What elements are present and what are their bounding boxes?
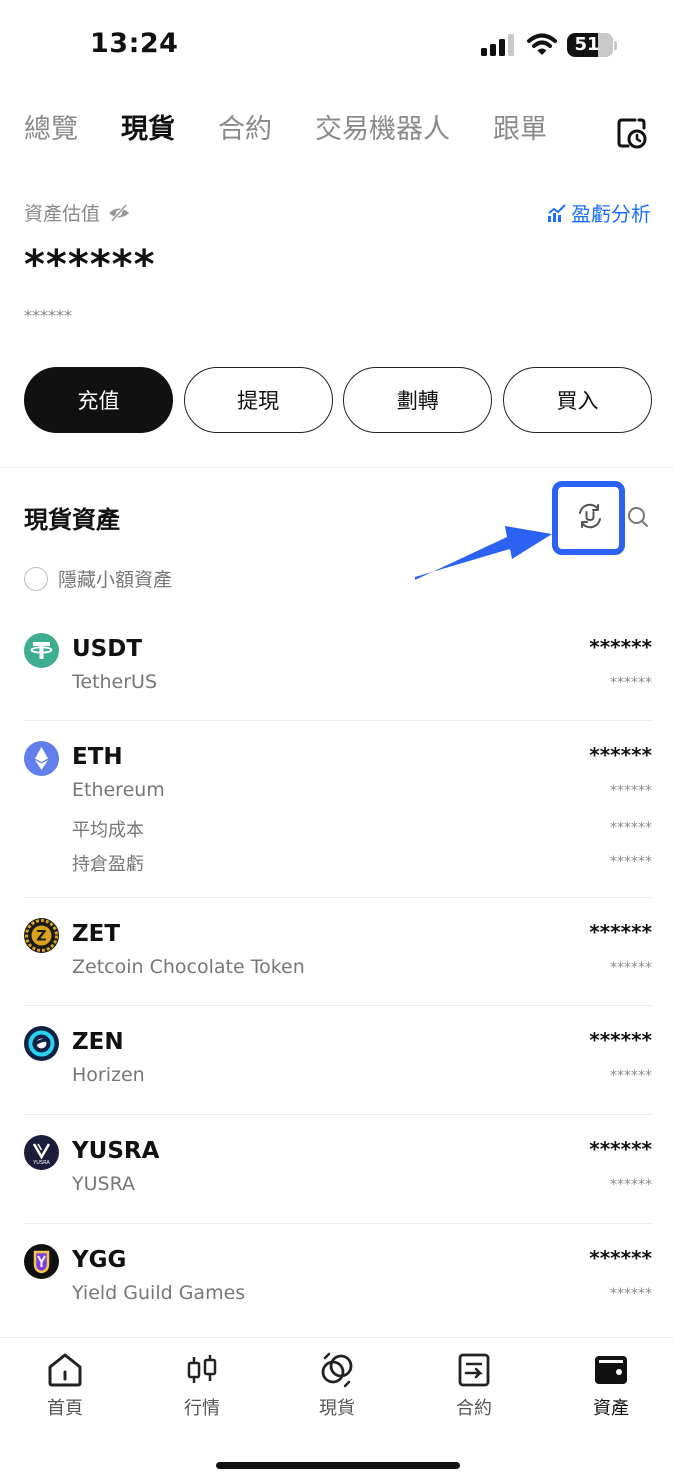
row-divider (24, 1223, 652, 1224)
coin-value: ****** (610, 960, 652, 976)
coin-name: Ethereum (72, 779, 165, 801)
divider (0, 467, 674, 468)
tab-spot[interactable]: 現貨 (121, 110, 175, 150)
coin-value: ****** (610, 783, 652, 799)
coin-value: ****** (610, 1068, 652, 1084)
position-pnl-label: 持倉盈虧 (72, 854, 144, 875)
spot-assets-title: 現貨資產 (24, 506, 120, 534)
zet-icon: Z (24, 918, 59, 953)
withdraw-button[interactable]: 提現 (183, 367, 333, 433)
coin-symbol: YGG (72, 1247, 127, 1273)
row-divider (24, 1114, 652, 1115)
convert-small-assets-icon[interactable] (576, 502, 604, 530)
ygg-icon (24, 1244, 59, 1279)
nav-contract[interactable]: 合約 (424, 1352, 524, 1420)
tab-overview[interactable]: 總覽 (24, 110, 78, 150)
signal-icon (481, 34, 514, 56)
coin-symbol: YUSRA (72, 1138, 160, 1164)
spot-icon (321, 1352, 353, 1388)
coin-symbol: USDT (72, 636, 143, 662)
search-icon[interactable] (626, 505, 650, 529)
coin-name: Zetcoin Chocolate Token (72, 956, 305, 978)
candlestick-icon (187, 1355, 217, 1383)
tab-contract[interactable]: 合約 (218, 110, 272, 150)
coin-value: ****** (610, 1177, 652, 1193)
transfer-button[interactable]: 劃轉 (343, 367, 493, 433)
average-cost-label: 平均成本 (72, 820, 144, 841)
buy-button[interactable]: 買入 (502, 367, 652, 433)
average-cost-value: ****** (610, 820, 652, 836)
total-asset-sub-value: ****** (24, 306, 72, 325)
home-indicator (216, 1462, 460, 1469)
coin-value: ****** (610, 675, 652, 691)
position-pnl-value: ****** (610, 854, 652, 870)
row-divider (24, 1005, 652, 1006)
pointer-arrow (415, 526, 552, 580)
eye-hidden-icon[interactable] (108, 203, 130, 222)
row-divider (24, 897, 652, 898)
tab-copy-trading[interactable]: 跟單 (493, 110, 547, 150)
asset-valuation-label: 資產估值 (24, 199, 130, 226)
yusra-icon: YUSRA (24, 1135, 59, 1170)
top-tabs: 總覽 現貨 合約 交易機器人 跟單 (24, 110, 590, 150)
coin-amount: ****** (589, 1028, 652, 1052)
status-bar: 13:24 51 (0, 0, 674, 92)
zen-icon (24, 1026, 59, 1061)
contract-icon (458, 1353, 490, 1387)
coin-name: Yield Guild Games (72, 1282, 246, 1304)
coin-amount: ****** (589, 920, 652, 944)
svg-text:Z: Z (36, 929, 46, 945)
coin-amount: ****** (589, 1137, 652, 1161)
nav-home[interactable]: 首頁 (15, 1352, 115, 1420)
tab-trading-bot[interactable]: 交易機器人 (315, 110, 450, 150)
coin-name: YUSRA (72, 1173, 136, 1195)
home-icon (48, 1353, 82, 1387)
usdt-icon (24, 633, 59, 668)
battery-level: 51 (574, 34, 600, 55)
battery-icon: 51 (567, 33, 613, 57)
nav-assets[interactable]: 資產 (561, 1352, 661, 1420)
coin-amount: ****** (589, 743, 652, 767)
coin-symbol: ETH (72, 744, 123, 770)
status-time: 13:24 (90, 28, 179, 59)
chart-icon (548, 203, 566, 222)
total-asset-value: ****** (24, 242, 156, 288)
coin-value: ****** (610, 1286, 652, 1302)
hide-small-radio[interactable] (24, 566, 48, 591)
action-buttons: 充值 提現 劃轉 買入 (24, 367, 652, 433)
wifi-icon (527, 33, 557, 55)
nav-market[interactable]: 行情 (152, 1352, 252, 1420)
coin-name: TetherUS (72, 671, 158, 693)
coin-amount: ****** (589, 1246, 652, 1270)
hide-small-assets-toggle[interactable]: 隱藏小額資產 (24, 565, 172, 592)
history-icon[interactable] (615, 116, 649, 150)
wallet-icon (595, 1356, 627, 1384)
deposit-button[interactable]: 充值 (24, 367, 173, 433)
bottom-nav: 首頁 行情 現貨 合約 資產 (0, 1337, 674, 1476)
nav-spot[interactable]: 現貨 (287, 1352, 387, 1420)
pnl-analysis-link[interactable]: 盈虧分析 (547, 198, 651, 227)
coin-symbol: ZET (72, 921, 121, 947)
coin-symbol: ZEN (72, 1029, 124, 1055)
coin-name: Horizen (72, 1064, 145, 1086)
eth-icon (24, 741, 59, 776)
coin-amount: ****** (589, 635, 652, 659)
svg-text:YUSRA: YUSRA (32, 1160, 50, 1166)
row-divider (24, 720, 652, 721)
